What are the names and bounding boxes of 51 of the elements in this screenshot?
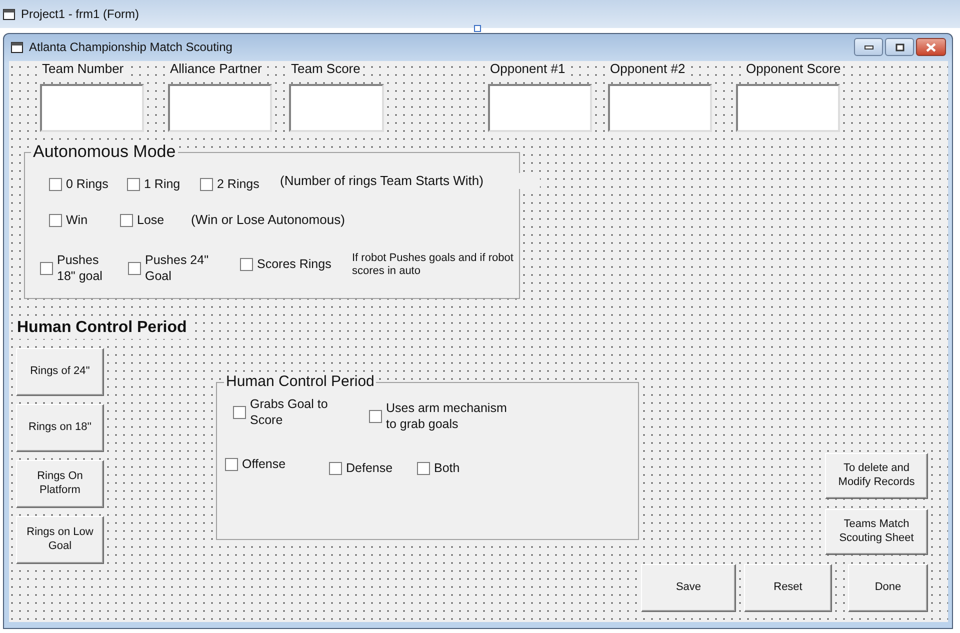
field-label: Alliance Partner <box>168 61 264 76</box>
checkbox[interactable] <box>127 178 140 190</box>
resize-handle[interactable] <box>474 25 481 32</box>
maximize-button[interactable] <box>885 38 914 56</box>
field-label: Opponent #2 <box>608 61 688 76</box>
checkbox[interactable] <box>240 258 253 270</box>
rings-button[interactable]: Rings On Platform <box>16 460 104 508</box>
checkbox[interactable] <box>369 410 382 422</box>
window-title: Atlanta Championship Match Scouting <box>29 40 234 54</box>
designer-title: Project1 - frm1 (Form) <box>21 7 140 21</box>
rings-button[interactable]: Rings on 18'' <box>16 404 104 452</box>
checkbox-label[interactable]: Pushes 24" Goal <box>145 252 225 284</box>
rings-button[interactable]: Rings on Low Goal <box>16 516 104 564</box>
command-button[interactable]: To delete and Modify Records <box>825 453 928 499</box>
field-label: Team Number <box>40 61 126 76</box>
text-field[interactable] <box>168 84 272 132</box>
checkbox-label[interactable]: Uses arm mechanism to grab goals <box>386 400 511 432</box>
form-icon <box>3 8 15 20</box>
checkbox-label[interactable]: Grabs Goal to Score <box>250 396 350 428</box>
text-field[interactable] <box>488 84 592 132</box>
command-button[interactable]: Reset <box>744 564 832 612</box>
checkbox[interactable] <box>128 262 141 274</box>
command-button[interactable]: Teams Match Scouting Sheet <box>825 509 928 555</box>
rings-button[interactable]: Rings of 24'' <box>16 348 104 396</box>
checkbox[interactable] <box>329 462 342 474</box>
text-field[interactable] <box>289 84 384 132</box>
section-heading: Human Control Period <box>17 317 191 339</box>
checkbox[interactable] <box>200 178 213 190</box>
checkbox[interactable] <box>40 262 53 274</box>
command-button[interactable]: Save <box>641 564 736 612</box>
field-label: Opponent Score <box>744 61 843 76</box>
checkbox[interactable] <box>225 458 238 470</box>
maximize-icon <box>894 42 904 52</box>
note-text: (Number of rings Team Starts With) <box>280 173 540 189</box>
form-icon <box>11 42 23 52</box>
checkbox[interactable] <box>417 462 430 474</box>
checkbox-label[interactable]: Pushes 18" goal <box>57 252 117 284</box>
text-field[interactable] <box>40 84 144 132</box>
checkbox[interactable] <box>233 406 246 418</box>
command-button[interactable]: Done <box>848 564 928 612</box>
checkbox[interactable] <box>49 214 62 226</box>
text-field[interactable] <box>736 84 840 132</box>
close-icon <box>926 42 936 52</box>
text-field[interactable] <box>608 84 712 132</box>
minimize-icon <box>864 44 874 50</box>
field-label: Opponent #1 <box>488 61 568 76</box>
minimize-button[interactable] <box>854 38 883 56</box>
close-button[interactable] <box>916 38 946 56</box>
checkbox[interactable] <box>120 214 133 226</box>
checkbox[interactable] <box>49 178 62 190</box>
field-label: Team Score <box>289 61 362 76</box>
